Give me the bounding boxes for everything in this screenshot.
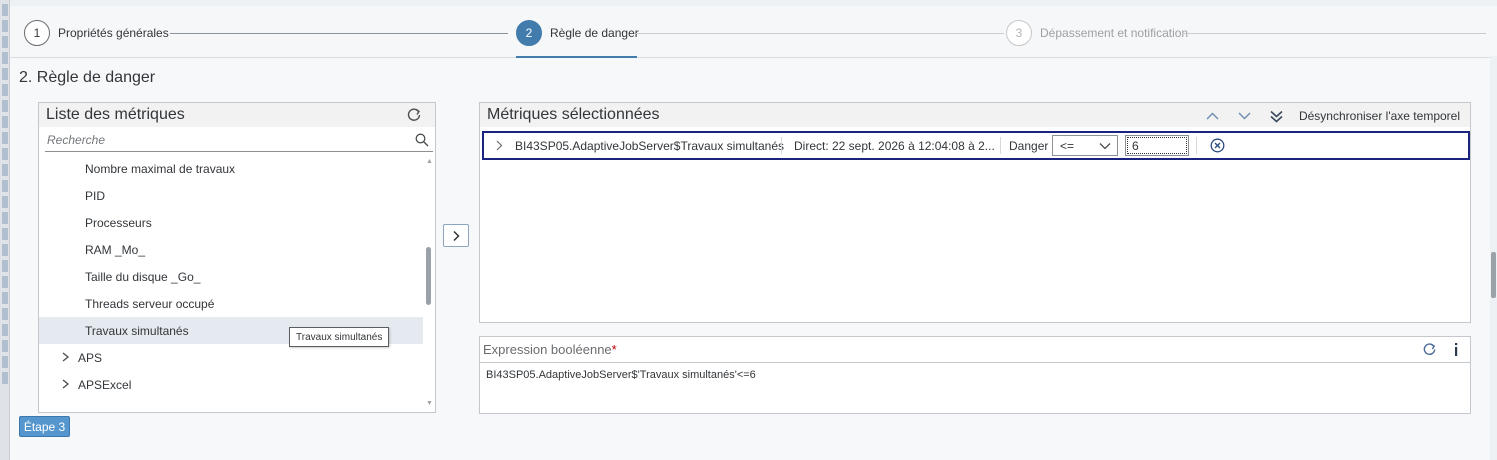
desync-time-axis-button[interactable]: Désynchroniser l'axe temporel	[1299, 109, 1460, 123]
metric-item[interactable]: RAM _Mo_	[39, 236, 423, 263]
search-placeholder: Recherche	[47, 133, 106, 147]
metric-item[interactable]: Nombre maximal de travaux	[39, 155, 423, 182]
selected-metrics-toolbar: Désynchroniser l'axe temporel	[1197, 106, 1470, 126]
metric-item[interactable]: Threads serveur occupé	[39, 290, 423, 317]
metric-search-input[interactable]: Recherche	[45, 130, 433, 152]
metric-item-label: PID	[85, 188, 106, 203]
step-connector	[1182, 33, 1486, 34]
required-marker: *	[611, 342, 617, 357]
remove-circle-icon[interactable]	[1210, 138, 1225, 153]
metrics-list-panel: Liste des métriques Recherche Nombre max…	[38, 102, 436, 413]
search-icon[interactable]	[415, 133, 429, 147]
move-up-button[interactable]	[1197, 106, 1229, 126]
next-step-button[interactable]: Étape 3	[19, 416, 70, 437]
move-bottom-button[interactable]	[1261, 106, 1293, 126]
metric-group-label: APS	[78, 350, 103, 365]
metric-group-label: APSExcel	[78, 377, 132, 392]
threshold-value-input[interactable]: 6	[1125, 135, 1189, 156]
expression-toolbar	[1422, 342, 1460, 357]
scroll-up-arrow[interactable]: ▲	[426, 158, 433, 165]
add-metric-button[interactable]	[443, 224, 469, 247]
selected-metrics-panel: Métriques sélectionnées Désynchroniser l…	[479, 102, 1471, 323]
panel-title: Liste des métriques	[46, 106, 185, 123]
wizard-step-3[interactable]: 3 Dépassement et notification	[1006, 20, 1188, 46]
step-number: 1	[24, 20, 50, 46]
cell-divider	[1196, 137, 1197, 154]
chevron-right-icon[interactable]	[61, 352, 70, 362]
metric-item-label: Threads serveur occupé	[85, 296, 215, 311]
page-scrollbar[interactable]	[1490, 56, 1497, 460]
chevron-right-icon[interactable]	[495, 140, 503, 151]
panel-title: Métriques sélectionnées	[487, 106, 660, 123]
metric-item[interactable]: Processeurs	[39, 209, 423, 236]
step-label: Règle de danger	[550, 26, 639, 40]
panel-header: Liste des métriques	[39, 103, 435, 127]
metric-item[interactable]: Taille du disque _Go_	[39, 263, 423, 290]
expression-title: Expression booléenne*	[483, 342, 617, 357]
step-number: 3	[1006, 20, 1032, 46]
step-connector	[170, 33, 508, 34]
chevron-down-icon	[1238, 112, 1251, 120]
scrollbar-thumb[interactable]	[426, 247, 431, 305]
metric-group-aps[interactable]: APS	[39, 344, 423, 371]
left-window-strip	[0, 0, 10, 460]
metric-item-label: Taille du disque _Go_	[85, 269, 201, 284]
chevron-up-icon	[1206, 112, 1219, 120]
refresh-icon[interactable]	[1422, 342, 1437, 357]
metric-time-range: Direct: 22 sept. 2026 à 12:04:08 à 2...	[794, 138, 995, 153]
cell-divider	[1000, 137, 1001, 154]
metric-item-label: Travaux simultanés	[85, 323, 189, 338]
operator-select[interactable]: <=	[1052, 135, 1118, 156]
boolean-expression-panel: Expression booléenne* BI43SP05.AdaptiveJ…	[479, 336, 1471, 414]
threshold-value: 6	[1132, 139, 1139, 153]
step-number: 2	[516, 20, 542, 46]
metric-name: BI43SP05.AdaptiveJobServer$Travaux simul…	[515, 138, 785, 153]
metric-tree: Nombre maximal de travaux PID Processeur…	[39, 155, 423, 412]
scrollbar-thumb[interactable]	[1491, 252, 1496, 298]
step-label: Dépassement et notification	[1040, 26, 1189, 40]
chevron-right-icon[interactable]	[61, 379, 70, 389]
scroll-down-arrow[interactable]: ▼	[426, 400, 433, 407]
panel-header: Métriques sélectionnées Désynchroniser l…	[480, 103, 1470, 127]
step-label: Propriétés générales	[58, 26, 169, 40]
chevron-right-icon	[453, 230, 460, 241]
expression-title-text: Expression booléenne	[483, 342, 612, 357]
wizard-step-1[interactable]: 1 Propriétés générales	[24, 20, 169, 46]
metric-list-scrollbar[interactable]: ▲ ▼	[425, 158, 435, 407]
cell-divider	[781, 137, 782, 154]
step-connector	[636, 33, 1004, 34]
expression-value: BI43SP05.AdaptiveJobServer$'Travaux simu…	[486, 369, 756, 381]
metric-tooltip: Travaux simultanés	[289, 327, 390, 347]
metric-item-label: RAM _Mo_	[85, 242, 146, 257]
page-title: 2. Règle de danger	[19, 69, 156, 86]
rule-label: Danger	[1009, 138, 1049, 153]
active-step-indicator	[516, 56, 637, 58]
metric-group-apsexcel[interactable]: APSExcel	[39, 371, 423, 398]
move-down-button[interactable]	[1229, 106, 1261, 126]
metric-item-label: Processeurs	[85, 215, 152, 230]
wizard-step-2[interactable]: 2 Règle de danger	[516, 20, 639, 46]
wizard-step-bar: 1 Propriétés générales 2 Règle de danger…	[10, 0, 1497, 58]
expression-textarea[interactable]: BI43SP05.AdaptiveJobServer$'Travaux simu…	[480, 362, 1470, 414]
info-icon[interactable]	[1452, 342, 1460, 357]
chevron-down-icon	[1099, 143, 1111, 150]
operator-value: <=	[1060, 139, 1075, 153]
metric-item-label: Nombre maximal de travaux	[85, 161, 236, 176]
refresh-icon[interactable]	[406, 107, 422, 123]
metric-item[interactable]: PID	[39, 182, 423, 209]
selected-metric-row[interactable]: BI43SP05.AdaptiveJobServer$Travaux simul…	[482, 131, 1470, 160]
double-chevron-down-icon	[1270, 110, 1284, 123]
